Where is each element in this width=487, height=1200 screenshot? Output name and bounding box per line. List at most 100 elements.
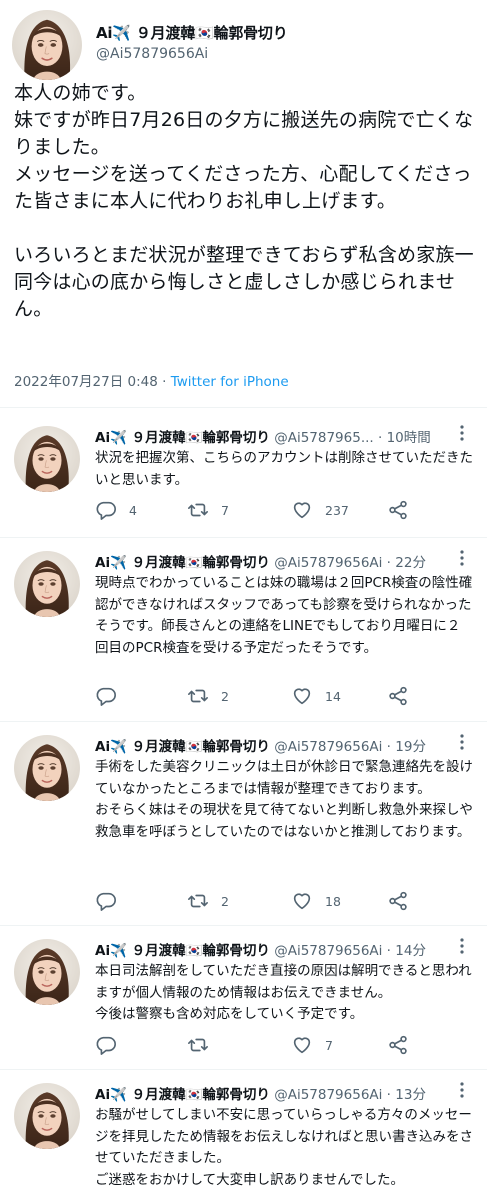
reply-text: 手術をした美容クリニックは土日が休診日で緊急連絡先を設けていなかったところまでは…	[95, 759, 473, 840]
action-bar: 2 14	[95, 684, 425, 708]
main-tweet: Ai✈️ ９月渡韓🇰🇷輪郭骨切り @Ai57879656Ai 本人の姉です。 妹…	[0, 0, 487, 400]
reply-icon	[95, 890, 117, 912]
reply-text: お騒がせしてしまい不安に思っていらっしゃる方々のメッセージを拝見したため情報をお…	[95, 1107, 473, 1188]
avatar[interactable]	[14, 939, 80, 1005]
share-button[interactable]	[387, 889, 409, 913]
retweet-button[interactable]: 2	[187, 684, 229, 708]
avatar[interactable]	[14, 551, 80, 617]
share-button[interactable]	[387, 1033, 409, 1057]
reply-tweet[interactable]: Ai✈️ ９月渡韓🇰🇷輪郭骨切り @Ai57879656Ai · 13分 お騒が…	[0, 1069, 487, 1200]
author-handle[interactable]: @Ai57879656Ai	[274, 555, 382, 571]
retweet-count: 2	[221, 893, 229, 909]
dot-separator: ·	[382, 943, 396, 959]
like-button[interactable]: 7	[291, 1033, 333, 1057]
reply-text: 本日司法解剖をしていただき直接の原因は解明できると思われますが個人情報のため情報…	[95, 963, 472, 1022]
reply-button[interactable]	[95, 889, 129, 913]
dot-separator: ·	[382, 739, 396, 755]
reply-header: Ai✈️ ９月渡韓🇰🇷輪郭骨切り @Ai57879656Ai · 14分	[95, 939, 465, 959]
retweet-button[interactable]	[187, 1033, 221, 1057]
action-bar: 2 18	[95, 889, 425, 913]
reply-header: Ai✈️ ９月渡韓🇰🇷輪郭骨切り @Ai57879656Ai · 13分	[95, 1083, 465, 1103]
like-icon	[291, 890, 313, 912]
reply-time[interactable]: 14分	[395, 943, 426, 959]
more-icon[interactable]	[459, 733, 465, 751]
like-button[interactable]: 18	[291, 889, 341, 913]
reply-header: Ai✈️ ９月渡韓🇰🇷輪郭骨切り @Ai57879656Ai · 19分	[95, 735, 465, 755]
reply-time[interactable]: 13分	[395, 1087, 426, 1103]
retweet-button[interactable]: 7	[187, 498, 229, 522]
author-name[interactable]: Ai✈️ ９月渡韓🇰🇷輪郭骨切り	[95, 1087, 270, 1103]
avatar-image	[12, 10, 82, 80]
avatar-image	[14, 1083, 80, 1149]
share-icon	[387, 890, 409, 912]
like-button[interactable]: 14	[291, 684, 341, 708]
more-icon[interactable]	[459, 424, 465, 442]
author-name[interactable]: Ai✈️ ９月渡韓🇰🇷輪郭骨切り	[95, 430, 270, 446]
reply-button[interactable]	[95, 1033, 129, 1057]
author-handle[interactable]: @Ai57879656Ai	[96, 46, 208, 62]
like-button[interactable]: 237	[291, 498, 349, 522]
more-icon[interactable]	[459, 1081, 465, 1099]
reply-tweet[interactable]: Ai✈️ ９月渡韓🇰🇷輪郭骨切り @Ai5787965... · 10時間 状況…	[0, 412, 487, 536]
reply-time[interactable]: 22分	[395, 555, 426, 571]
tweet-date[interactable]: 2022年07月27日 0:48	[14, 374, 158, 390]
avatar-image	[14, 735, 80, 801]
reply-count: 4	[129, 502, 137, 518]
dot-separator: ·	[373, 430, 387, 446]
author-handle[interactable]: @Ai5787965...	[274, 430, 373, 446]
avatar[interactable]	[14, 735, 80, 801]
more-icon[interactable]	[459, 549, 465, 567]
author-handle[interactable]: @Ai57879656Ai	[274, 739, 382, 755]
share-icon	[387, 685, 409, 707]
like-icon	[291, 499, 313, 521]
share-icon	[387, 499, 409, 521]
retweet-button[interactable]: 2	[187, 889, 229, 913]
author-handle[interactable]: @Ai57879656Ai	[274, 943, 382, 959]
author-name[interactable]: Ai✈️ ９月渡韓🇰🇷輪郭骨切り	[95, 943, 270, 959]
reply-tweet[interactable]: Ai✈️ ９月渡韓🇰🇷輪郭骨切り @Ai57879656Ai · 19分 手術を…	[0, 721, 487, 924]
action-bar: 4 7 237	[95, 498, 425, 522]
reply-tweet[interactable]: Ai✈️ ９月渡韓🇰🇷輪郭骨切り @Ai57879656Ai · 22分 現時点…	[0, 537, 487, 720]
reply-button[interactable]	[95, 684, 129, 708]
reply-icon	[95, 1034, 117, 1056]
share-button[interactable]	[387, 684, 409, 708]
retweet-icon	[187, 890, 209, 912]
avatar[interactable]	[12, 10, 82, 80]
reply-header: Ai✈️ ９月渡韓🇰🇷輪郭骨切り @Ai57879656Ai · 22分	[95, 551, 465, 571]
reply-text: 状況を把握次第、こちらのアカウントは削除させていただきたいと思います。	[95, 450, 473, 488]
reply-header: Ai✈️ ９月渡韓🇰🇷輪郭骨切り @Ai5787965... · 10時間	[95, 426, 465, 446]
reply-tweet[interactable]: Ai✈️ ９月渡韓🇰🇷輪郭骨切り @Ai57879656Ai · 14分 本日司…	[0, 925, 487, 1068]
reply-text: 現時点でわかっていることは妹の職場は２回PCR検査の陰性確認ができなければスタッ…	[95, 575, 473, 656]
meta-separator: ·	[157, 374, 171, 390]
share-button[interactable]	[387, 498, 409, 522]
reply-time[interactable]: 10時間	[387, 430, 431, 446]
retweet-icon	[187, 499, 209, 521]
tweet-meta: 2022年07月27日 0:48 · Twitter for iPhone	[14, 370, 289, 390]
like-count: 14	[325, 688, 341, 704]
retweet-icon	[187, 1034, 209, 1056]
reply-button[interactable]: 4	[95, 498, 137, 522]
like-count: 7	[325, 1037, 333, 1053]
reply-icon	[95, 685, 117, 707]
avatar-image	[14, 551, 80, 617]
dot-separator: ·	[382, 1087, 396, 1103]
like-count: 237	[325, 502, 349, 518]
reply-time[interactable]: 19分	[395, 739, 426, 755]
author-name[interactable]: Ai✈️ ９月渡韓🇰🇷輪郭骨切り	[96, 22, 288, 43]
retweet-icon	[187, 685, 209, 707]
action-bar: 7	[95, 1033, 425, 1057]
tweet-text: 本人の姉です。 妹ですが昨日7月26日の夕方に搬送先の病院で亡くなりました。 メ…	[14, 82, 474, 320]
author-name[interactable]: Ai✈️ ９月渡韓🇰🇷輪郭骨切り	[95, 739, 270, 755]
like-icon	[291, 685, 313, 707]
avatar-image	[14, 426, 80, 492]
like-icon	[291, 1034, 313, 1056]
avatar[interactable]	[14, 1083, 80, 1149]
more-icon[interactable]	[459, 937, 465, 955]
dot-separator: ·	[382, 555, 396, 571]
author-name[interactable]: Ai✈️ ９月渡韓🇰🇷輪郭骨切り	[95, 555, 270, 571]
tweet-source[interactable]: Twitter for iPhone	[171, 374, 289, 390]
author-handle[interactable]: @Ai57879656Ai	[274, 1087, 382, 1103]
retweet-count: 2	[221, 688, 229, 704]
like-count: 18	[325, 893, 341, 909]
avatar[interactable]	[14, 426, 80, 492]
